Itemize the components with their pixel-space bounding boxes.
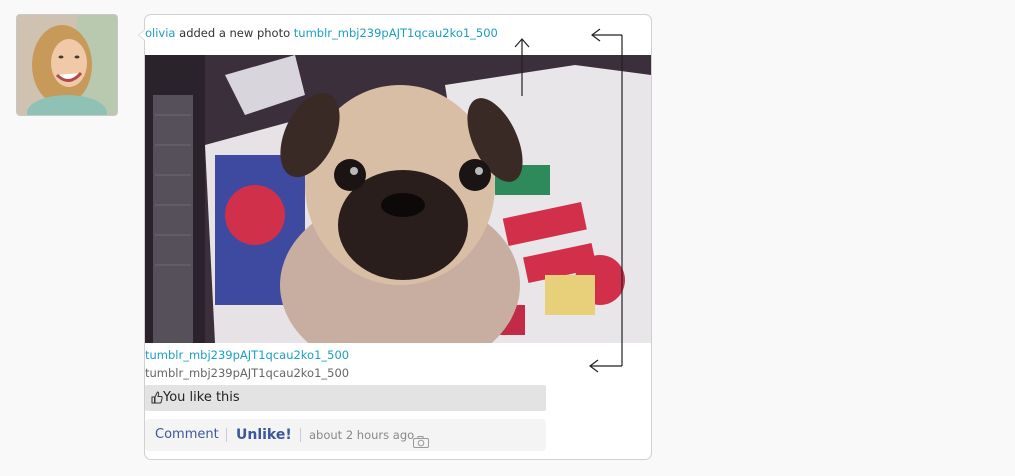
- post-card: olivia added a new photo tumblr_mbj239pA…: [138, 14, 652, 460]
- timestamp: about 2 hours ago: [309, 428, 415, 442]
- post-actions: Comment Unlike! about 2 hours ago: [145, 419, 546, 451]
- unlike-button[interactable]: Unlike!: [236, 419, 292, 451]
- action-text: added a new photo: [179, 26, 291, 40]
- pug-photo-image: [145, 55, 651, 343]
- caption-link[interactable]: tumblr_mbj239pAJT1qcau2ko1_500: [145, 348, 349, 362]
- post-headline: olivia added a new photo tumblr_mbj239pA…: [145, 26, 498, 40]
- avatar-image: [17, 15, 117, 115]
- caption-text: tumblr_mbj239pAJT1qcau2ko1_500: [145, 366, 350, 380]
- comment-link[interactable]: Comment: [155, 419, 219, 451]
- avatar[interactable]: [16, 14, 118, 116]
- thumbs-up-icon: [151, 388, 163, 414]
- divider: [300, 428, 301, 442]
- camera-icon: [413, 429, 429, 461]
- author-link[interactable]: olivia: [145, 26, 175, 40]
- photo-title-link[interactable]: tumblr_mbj239pAJT1qcau2ko1_500: [294, 26, 498, 40]
- likes-text: You like this: [163, 390, 240, 405]
- divider: [226, 428, 227, 442]
- likes-bar: You like this: [145, 385, 546, 411]
- post-photo[interactable]: [145, 55, 651, 343]
